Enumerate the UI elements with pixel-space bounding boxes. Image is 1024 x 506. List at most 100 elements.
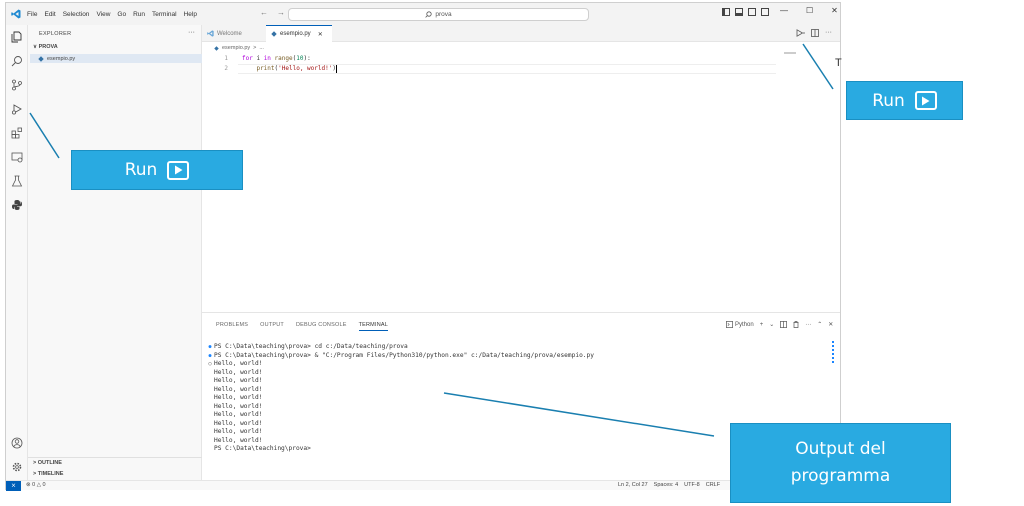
line-number: 2: [224, 65, 228, 72]
breadcrumb-symbol[interactable]: ...: [259, 45, 264, 51]
tab-terminal[interactable]: TERMINAL: [358, 322, 388, 331]
code-line-1: 1 for i in range(10):: [202, 54, 310, 64]
menu-help[interactable]: Help: [184, 11, 197, 18]
window-controls: — ☐ ✕: [780, 6, 838, 15]
source-control-icon[interactable]: [11, 79, 23, 91]
callout-run-top: Run: [846, 81, 963, 120]
manage-gear-icon[interactable]: [11, 461, 23, 473]
terminal-line: Hello, world!: [206, 428, 594, 437]
text-cursor: [335, 64, 337, 73]
folder-name: PROVA: [38, 44, 58, 50]
cursor-position[interactable]: Ln 2, Col 27: [618, 482, 648, 488]
terminal-line-text: Hello, world!: [214, 419, 263, 427]
line-number: 1: [224, 55, 228, 62]
indentation[interactable]: Spaces: 4: [654, 482, 678, 488]
editor-area: Welcome esempio.py ✕ ··· esempio.py > ..…: [202, 25, 840, 310]
toggle-secondary-sidebar-icon[interactable]: [748, 8, 756, 16]
explorer-sidebar: EXPLORER ··· ∨ PROVA esempio.py > OUTLIN…: [28, 25, 202, 480]
command-decoration-icon[interactable]: ●: [206, 343, 214, 352]
more-actions-icon[interactable]: ···: [188, 29, 195, 36]
accounts-icon[interactable]: [11, 437, 23, 449]
vscode-logo-icon: [11, 9, 21, 19]
tab-debug-console[interactable]: DEBUG CONSOLE: [296, 322, 347, 331]
activity-bar: [6, 25, 28, 480]
tab-problems[interactable]: PROBLEMS: [216, 322, 248, 331]
new-terminal-icon[interactable]: +: [760, 322, 764, 328]
more-actions-icon[interactable]: ···: [825, 29, 832, 37]
panel-actions: Python + ⌄ ··· ⌃ ✕: [726, 321, 833, 328]
terminal-profile-name: Python: [735, 321, 754, 328]
toggle-sidebar-icon[interactable]: [722, 8, 730, 16]
explorer-header: EXPLORER: [39, 31, 72, 37]
outline-section[interactable]: > OUTLINE: [33, 460, 62, 466]
menu-bar: File Edit Selection View Go Run Terminal…: [27, 11, 197, 18]
status-bar: ⨯ ⊗ 0 △ 0 Ln 2, Col 27 Spaces: 4 UTF-8 C…: [6, 480, 840, 491]
run-python-file-icon[interactable]: [796, 29, 805, 37]
terminal-line: Hello, world!: [206, 437, 594, 446]
menu-file[interactable]: File: [27, 11, 37, 18]
python-file-icon: [38, 55, 44, 62]
tab-close-icon[interactable]: ✕: [318, 31, 323, 38]
problems-count[interactable]: ⊗ 0 △ 0: [26, 482, 46, 488]
back-arrow-icon[interactable]: ←: [260, 8, 268, 17]
forward-arrow-icon[interactable]: →: [277, 8, 285, 17]
terminal-line: Hello, world!: [206, 369, 594, 378]
python-file-icon: [271, 31, 277, 37]
command-decoration-icon[interactable]: ●: [206, 352, 214, 361]
testing-icon[interactable]: [11, 175, 23, 187]
vscode-window: File Edit Selection View Go Run Terminal…: [5, 2, 841, 491]
command-decoration-icon[interactable]: ○: [206, 360, 214, 369]
python-icon[interactable]: [11, 199, 23, 211]
trash-icon[interactable]: [793, 321, 799, 328]
terminal-line: Hello, world!: [206, 377, 594, 386]
function-name: print: [256, 65, 275, 72]
tab-output[interactable]: OUTPUT: [260, 322, 284, 331]
chevron-down-icon[interactable]: ⌄: [769, 321, 774, 328]
minimize-icon[interactable]: —: [780, 6, 788, 15]
menu-go[interactable]: Go: [117, 11, 126, 18]
toggle-panel-icon[interactable]: [735, 8, 743, 16]
customize-layout-icon[interactable]: [761, 8, 769, 16]
run-and-debug-icon[interactable]: [11, 103, 23, 115]
menu-terminal[interactable]: Terminal: [152, 11, 177, 18]
command-center-search[interactable]: prova: [288, 8, 589, 21]
end-of-line[interactable]: CRLF: [706, 482, 720, 488]
terminal-scrollbar[interactable]: [832, 341, 834, 365]
folder-prova[interactable]: ∨ PROVA: [33, 44, 58, 50]
encoding[interactable]: UTF-8: [684, 482, 700, 488]
extensions-icon[interactable]: [11, 127, 23, 139]
terminal-line-text: Hello, world!: [214, 368, 263, 376]
remote-indicator[interactable]: ⨯: [6, 481, 21, 491]
menu-run[interactable]: Run: [133, 11, 145, 18]
menu-selection[interactable]: Selection: [63, 11, 90, 18]
breadcrumb-file[interactable]: esempio.py: [222, 45, 250, 51]
split-terminal-icon[interactable]: [780, 321, 788, 328]
search-icon[interactable]: [11, 55, 23, 67]
close-icon[interactable]: ✕: [831, 6, 838, 15]
keyword: for: [242, 55, 253, 62]
play-icon: [914, 91, 937, 110]
maximize-icon[interactable]: ☐: [806, 6, 813, 15]
menu-edit[interactable]: Edit: [44, 11, 55, 18]
tab-esempio-py[interactable]: esempio.py ✕: [266, 25, 332, 42]
function-name: range: [270, 55, 293, 62]
timeline-section[interactable]: > TIMELINE: [33, 471, 63, 477]
remote-explorer-icon[interactable]: [11, 151, 23, 163]
explorer-icon[interactable]: [11, 31, 23, 43]
callout-text: Run: [872, 90, 905, 111]
terminal-line: Hello, world!: [206, 403, 594, 412]
terminal-line: Hello, world!: [206, 386, 594, 395]
menu-view[interactable]: View: [96, 11, 110, 18]
file-esempio-py[interactable]: esempio.py: [30, 54, 202, 63]
maximize-panel-icon[interactable]: ⌃: [817, 321, 822, 328]
more-actions-icon[interactable]: ···: [805, 322, 811, 328]
tab-welcome[interactable]: Welcome: [202, 25, 264, 42]
split-editor-icon[interactable]: [811, 29, 819, 37]
keyword: in: [263, 55, 271, 62]
terminal-output[interactable]: ● PS C:\Data\teaching\prova> cd c:/Data/t…: [206, 343, 594, 454]
chevron-right-icon: >: [33, 460, 37, 466]
layout-controls: [722, 8, 769, 16]
minimap[interactable]: [784, 52, 796, 54]
terminal-profile[interactable]: Python: [726, 321, 754, 328]
close-panel-icon[interactable]: ✕: [828, 321, 833, 328]
